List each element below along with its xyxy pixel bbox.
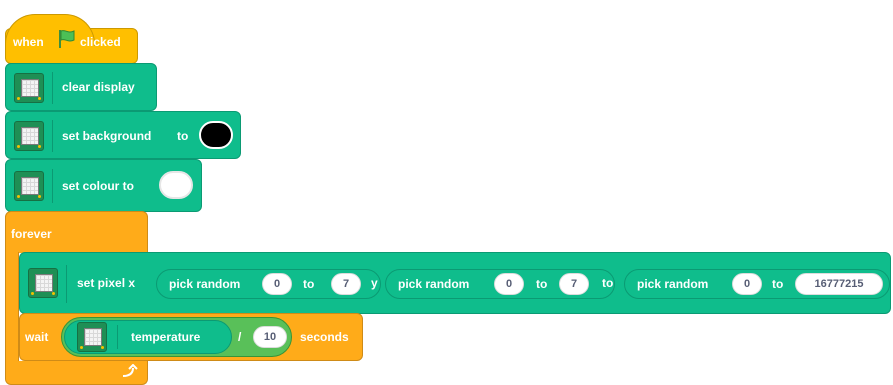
pick-random-label: pick random [637,277,709,291]
forever-label: forever [11,227,52,241]
set-pixel-block[interactable]: set pixel x pick random 0 to 7 y pick ra… [19,252,891,314]
wait-label: wait [25,330,49,344]
loop-arrow-icon [122,364,138,377]
divider [52,120,53,152]
sense-hat-icon [14,121,44,151]
divider [117,325,118,349]
pick-random-colour-reporter[interactable]: pick random 0 to 16777215 [624,269,890,299]
random-from-input[interactable]: 0 [732,273,762,295]
divider [66,265,67,303]
sense-hat-icon [77,322,107,352]
seconds-label: seconds [300,330,349,344]
set-colour-block[interactable]: set colour to [5,159,202,212]
clear-display-label: clear display [62,80,135,94]
to-label: to [303,277,315,291]
divider [52,72,53,104]
random-to-input[interactable]: 7 [331,273,361,295]
random-to-input[interactable]: 16777215 [795,273,883,295]
random-to-input[interactable]: 7 [559,273,589,295]
sense-hat-icon [28,268,58,298]
set-colour-label: set colour to [62,179,135,193]
random-from-input[interactable]: 0 [494,273,524,295]
sense-hat-icon [14,171,44,201]
set-background-label: set background [62,129,152,143]
colour-swatch[interactable] [159,171,193,199]
divisor-input[interactable]: 10 [253,326,287,348]
when-label: when [13,35,44,49]
set-pixel-x-label: set pixel x [77,276,136,290]
to-label: to [536,277,548,291]
pick-random-x-reporter[interactable]: pick random 0 to 7 [156,269,381,299]
divide-operator: / [238,330,242,344]
green-flag-icon[interactable] [57,28,77,50]
to-label: to [602,276,614,290]
sense-hat-icon [14,73,44,103]
set-background-block[interactable]: set background to [5,111,241,159]
temperature-reporter[interactable]: temperature [64,320,232,354]
forever-arm [5,252,19,362]
y-label: y [371,276,378,290]
pick-random-label: pick random [398,277,470,291]
pick-random-y-reporter[interactable]: pick random 0 to 7 [385,269,615,299]
background-color-swatch[interactable] [199,121,233,149]
to-label: to [772,277,784,291]
to-label: to [177,129,189,143]
temperature-label: temperature [131,330,201,344]
random-from-input[interactable]: 0 [262,273,292,295]
clicked-label: clicked [80,35,121,49]
divider [52,169,53,203]
clear-display-block[interactable]: clear display [5,63,157,111]
pick-random-label: pick random [169,277,241,291]
